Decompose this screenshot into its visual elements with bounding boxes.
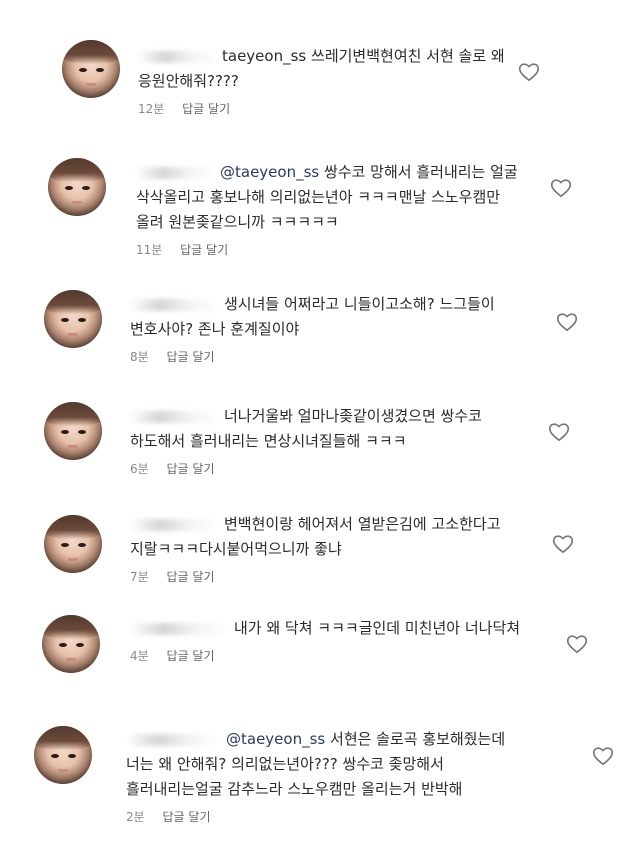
comment-text: 너는 왜 안해줘? 의리없는년아??? 쌍수코 좆망해서 bbox=[126, 755, 444, 773]
avatar[interactable] bbox=[44, 402, 102, 460]
avatar[interactable] bbox=[42, 615, 100, 673]
heart-icon[interactable] bbox=[518, 62, 540, 82]
reply-button[interactable]: 답글 달기 bbox=[182, 102, 230, 116]
comment-time: 4분 bbox=[130, 649, 149, 663]
reply-button[interactable]: 답글 달기 bbox=[167, 570, 215, 584]
comment-text: 너나거울봐 얼마나좆같이생겼으면 쌍수코 bbox=[224, 407, 482, 425]
comment-username[interactable]: taeyeon_ss bbox=[222, 47, 306, 65]
comment-text: 지랄ㅋㅋㅋ다시붙어먹으니까 좋냐 bbox=[130, 540, 342, 558]
comment-text: 쓰레기변백현여친 서현 솔로 왜 bbox=[311, 47, 505, 65]
avatar[interactable] bbox=[44, 515, 102, 573]
reply-button[interactable]: 답글 달기 bbox=[167, 350, 215, 364]
comment-time: 7분 bbox=[130, 570, 149, 584]
comment-text: 응원안해줘???? bbox=[138, 72, 239, 90]
heart-icon[interactable] bbox=[548, 422, 570, 442]
reply-button[interactable]: 답글 달기 bbox=[167, 462, 215, 476]
comment-mention[interactable]: @taeyeon_ss bbox=[220, 163, 319, 181]
comment-text: 서현은 솔로곡 홍보해줬는데 bbox=[330, 730, 506, 748]
heart-icon[interactable] bbox=[552, 534, 574, 554]
heart-icon[interactable] bbox=[550, 178, 572, 198]
avatar[interactable] bbox=[62, 40, 120, 98]
comment-time: 2분 bbox=[126, 810, 145, 824]
heart-icon[interactable] bbox=[556, 312, 578, 332]
comment-text: 흘러내리는얼굴 감추느라 스노우캠만 올리는거 반박해 bbox=[126, 780, 463, 798]
comment-text: 생시녀들 어쩌라고 니들이고소해? 느그들이 bbox=[224, 295, 495, 313]
comment-text: 올려 원본좆같으니까 ㅋㅋㅋㅋㅋ bbox=[136, 213, 339, 231]
comment-text: 변호사야? 존나 훈계질이야 bbox=[130, 320, 300, 338]
heart-icon[interactable] bbox=[566, 634, 588, 654]
reply-button[interactable]: 답글 달기 bbox=[163, 810, 211, 824]
comment-text: 내가 왜 닥쳐 ㅋㅋㅋ글인데 미친년아 너나닥쳐 bbox=[234, 619, 521, 637]
comment-time: 11분 bbox=[136, 243, 163, 257]
reply-button[interactable]: 답글 달기 bbox=[180, 243, 228, 257]
avatar[interactable] bbox=[48, 158, 106, 216]
comment-text: 변백현이랑 헤어져서 열받은김에 고소한다고 bbox=[224, 515, 501, 533]
comment-time: 12분 bbox=[138, 102, 165, 116]
avatar[interactable] bbox=[34, 726, 92, 784]
comment-text: 하도해서 흘러내리는 면상시녀질들해 ㅋㅋㅋ bbox=[130, 432, 407, 450]
comment-time: 8분 bbox=[130, 350, 149, 364]
comment-text: 쌍수코 망해서 흘러내리는 얼굴 bbox=[324, 163, 518, 181]
comment-text: 삭삭올리고 홍보나해 의리없는년아 ㅋㅋㅋ맨날 스노우캠만 bbox=[136, 188, 501, 206]
heart-icon[interactable] bbox=[592, 746, 614, 766]
reply-button[interactable]: 답글 달기 bbox=[167, 649, 215, 663]
comment-time: 6분 bbox=[130, 462, 149, 476]
avatar[interactable] bbox=[44, 290, 102, 348]
comment-mention[interactable]: @taeyeon_ss bbox=[226, 730, 325, 748]
